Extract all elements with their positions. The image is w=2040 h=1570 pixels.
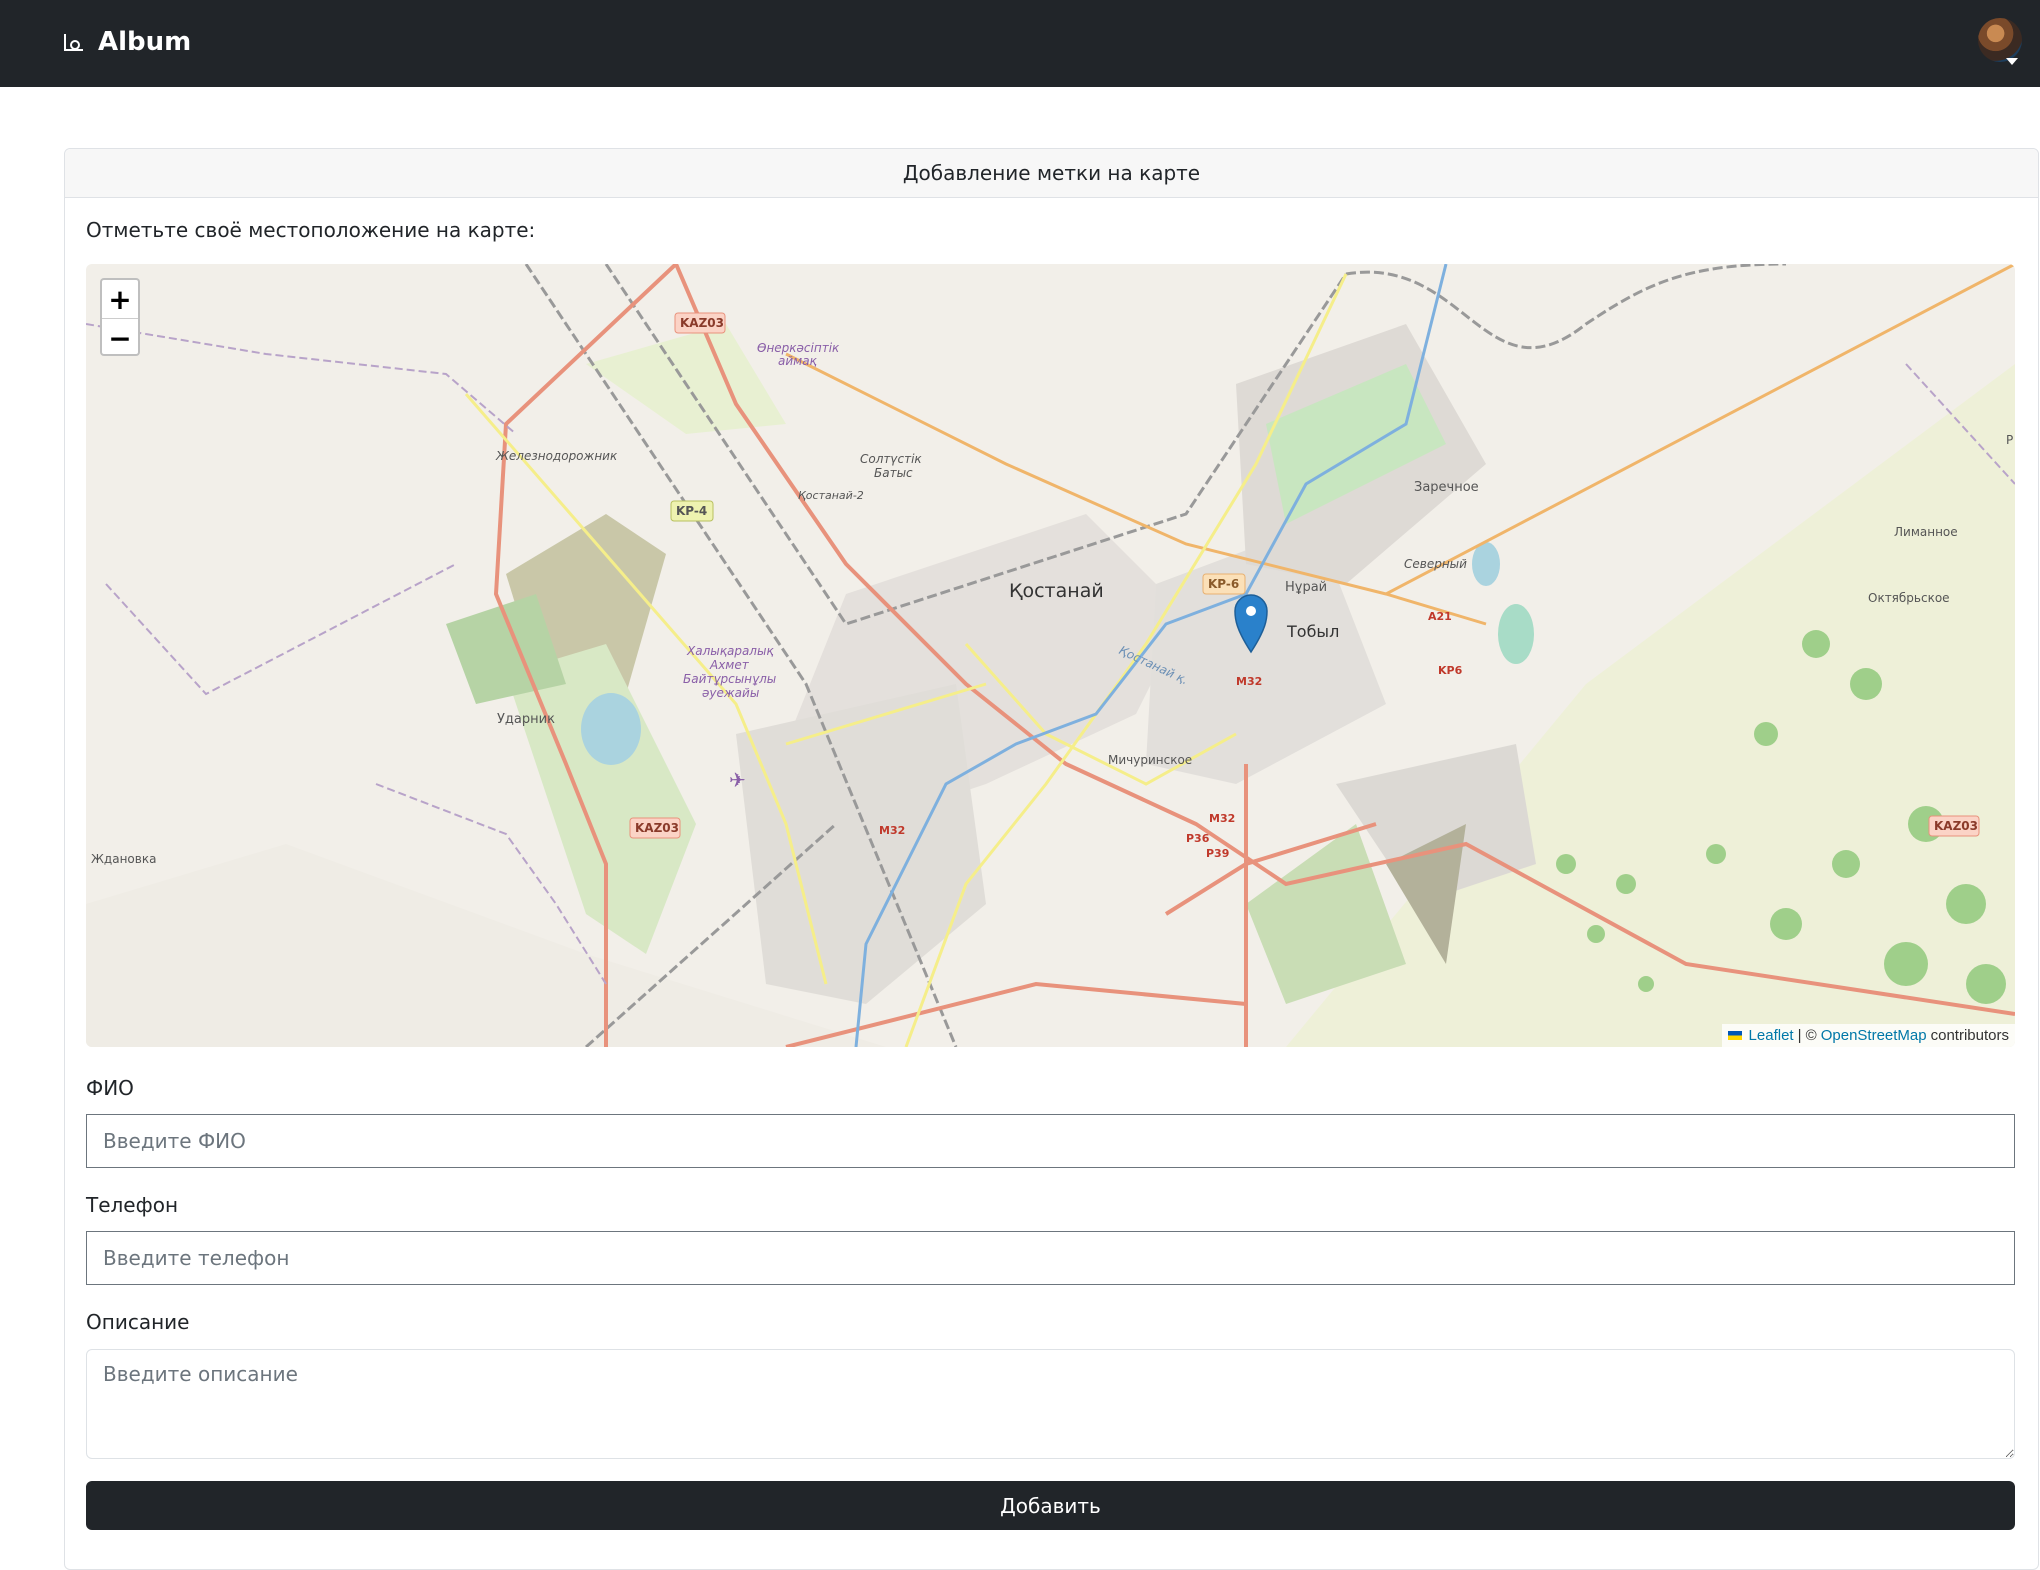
- map-label-airport2: Ахмет: [709, 658, 750, 672]
- card-header: Добавление метки на карте: [65, 149, 2038, 198]
- road-label-a21: A21: [1428, 610, 1452, 623]
- attribution-separator: | ©: [1797, 1027, 1817, 1044]
- svg-text:KAZ03: KAZ03: [1934, 819, 1978, 833]
- avatar[interactable]: [1978, 18, 2022, 62]
- map-label-kostanay: Қостанай: [1009, 580, 1104, 602]
- map-label-zhdanovka: Ждановка: [91, 852, 156, 866]
- attribution-contributors: contributors: [1930, 1027, 2009, 1044]
- road-label-m32-c: M32: [879, 824, 905, 837]
- map-attribution: Leaflet | © OpenStreetMap contributors: [1721, 1024, 2015, 1047]
- map-label-onerkasip: Өнеркәсіптік: [757, 341, 840, 355]
- svg-text:KP-4: KP-4: [676, 504, 707, 518]
- map-tiles[interactable]: Қостанай Тобыл Нұрай Заречное Северный Л…: [86, 264, 2015, 1047]
- map-label-r: Р: [2006, 433, 2013, 447]
- map[interactable]: Қостанай Тобыл Нұрай Заречное Северный Л…: [86, 264, 2015, 1047]
- road-shield-kaz03-top: KAZ03: [674, 312, 726, 334]
- map-label-udarnik: Ударник: [497, 712, 555, 727]
- road-label-m32-a: M32: [1236, 675, 1262, 688]
- svg-text:KP-6: KP-6: [1208, 577, 1239, 591]
- ukraine-flag-icon: [1727, 1031, 1742, 1040]
- map-label-zarechnoe: Заречное: [1414, 480, 1479, 495]
- phone-label: Телефон: [86, 1193, 179, 1217]
- leaflet-link[interactable]: Leaflet: [1749, 1027, 1794, 1044]
- zoom-control: + −: [100, 278, 140, 356]
- chevron-down-icon[interactable]: [2006, 58, 2018, 65]
- description-label: Описание: [86, 1310, 190, 1334]
- map-label-soltustik: Солтүстік: [860, 452, 922, 466]
- map-label-airport1: Халықаралық: [686, 644, 774, 658]
- road-shield-kaz03-bottom: KAZ03: [629, 817, 681, 839]
- svg-text:KAZ03: KAZ03: [680, 316, 724, 330]
- intro-text: Отметьте своё местоположение на карте:: [86, 218, 536, 242]
- map-label-severny: Северный: [1404, 557, 1467, 571]
- airport-icon: ✈: [729, 768, 746, 792]
- svg-text:KAZ03: KAZ03: [635, 821, 679, 835]
- road-shield-kaz03-right: KAZ03: [1928, 815, 1980, 837]
- map-label-michurinskoe: Мичуринское: [1108, 753, 1192, 767]
- zoom-in-button[interactable]: +: [102, 280, 138, 319]
- map-label-nurai: Нұрай: [1285, 580, 1327, 595]
- map-label-kostanai2: Қостанай-2: [798, 489, 864, 502]
- navbar: Album: [0, 0, 2040, 87]
- road-label-p39: P39: [1206, 847, 1229, 860]
- map-label-airport4: әуежайы: [702, 686, 759, 700]
- osm-link[interactable]: OpenStreetMap: [1821, 1027, 1927, 1044]
- road-label-m32-b: M32: [1209, 812, 1235, 825]
- map-label-zheleznodorozhnik: Железнодорожник: [495, 449, 618, 463]
- name-label: ФИО: [86, 1076, 134, 1100]
- road-label-p36: P36: [1186, 832, 1210, 845]
- camera-icon: [64, 34, 83, 51]
- road-label-kp6: KP6: [1438, 664, 1463, 677]
- road-shield-kp4: KP-4: [670, 500, 714, 522]
- road-shield-kp6: KP-6: [1202, 573, 1246, 595]
- phone-field[interactable]: [86, 1231, 2015, 1285]
- map-label-batys: Батыс: [874, 466, 913, 480]
- map-label-oktyabrskoe: Октябрьское: [1868, 591, 1950, 605]
- map-label-aimak: аймақ: [778, 354, 818, 368]
- description-field[interactable]: [86, 1349, 2015, 1459]
- brand-link[interactable]: Album: [62, 22, 191, 62]
- map-label-tobyl: Тобыл: [1286, 622, 1339, 641]
- zoom-out-button[interactable]: −: [102, 319, 138, 357]
- brand-title: Album: [98, 27, 192, 57]
- add-button[interactable]: Добавить: [86, 1481, 2015, 1530]
- map-label-airport3: Байтұрсынұлы: [683, 672, 776, 686]
- name-field[interactable]: [86, 1114, 2015, 1168]
- map-label-limannoe: Лиманное: [1894, 525, 1958, 539]
